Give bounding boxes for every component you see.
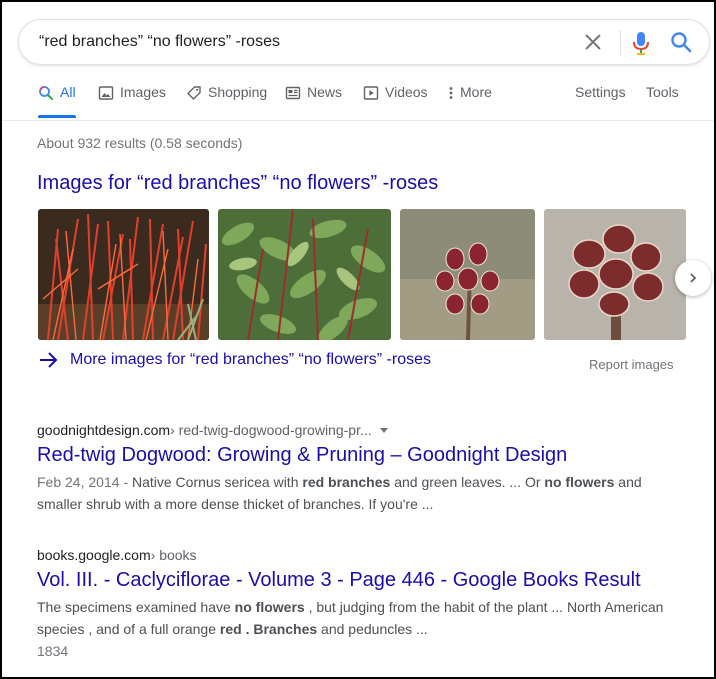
browser-frame: “red branches” “no flowers” -roses All I… [0,0,716,679]
vertical-dots-icon [449,87,453,99]
image-thumbnail[interactable] [218,209,391,340]
snippet-text: and green leaves. ... Or [390,474,545,490]
snippet-bold: no flowers [234,599,305,615]
search-box[interactable]: “red branches” “no flowers” -roses [18,19,710,65]
tools-link[interactable]: Tools [646,84,679,118]
snippet-text: and peduncles ... [317,621,428,637]
tab-label: Videos [385,84,428,100]
result-url: goodnightdesign.com › red-twig-dogwood-g… [37,422,677,438]
snippet-bold: red . Branches [219,621,318,637]
result-title-link[interactable]: Vol. III. - Caclyciflorae - Volume 3 - P… [37,569,677,592]
result-url: books.google.com › books [37,547,677,563]
tab-more[interactable]: More [446,84,492,118]
settings-label: Settings [575,84,626,100]
result-date: Feb 24, 2014 [37,474,120,490]
search-result: goodnightdesign.com › red-twig-dogwood-g… [37,422,677,515]
tab-label: All [60,84,76,100]
tab-label: Shopping [208,84,268,100]
tools-label: Tools [646,84,679,100]
microphone-icon[interactable] [629,30,653,56]
tab-videos[interactable]: Videos [363,84,428,118]
report-images-link[interactable]: Report images [589,357,674,372]
result-stats: About 932 results (0.58 seconds) [37,135,243,151]
result-title-link[interactable]: Red-twig Dogwood: Growing & Pruning – Go… [37,444,677,467]
image-thumbnail[interactable] [544,209,686,340]
image-thumbnail[interactable] [38,209,209,340]
caret-down-icon[interactable] [379,427,388,433]
search-tabs: All Images Shopping News Videos More Set… [2,84,714,118]
snippet-separator: - [119,474,132,490]
arrow-right-icon [40,352,58,368]
tab-shopping[interactable]: Shopping [186,84,267,118]
settings-link[interactable]: Settings [575,84,626,118]
tab-news[interactable]: News [285,84,342,118]
search-result: books.google.com › books Vol. III. - Cac… [37,547,677,662]
clear-icon[interactable] [582,31,604,53]
tab-label: Images [120,84,166,100]
divider [620,30,621,56]
result-snippet: Feb 24, 2014 - Native Cornus sericea wit… [37,471,677,515]
play-icon [363,86,379,100]
tab-all[interactable]: All [38,84,76,118]
result-path: › red-twig-dogwood-growing-pr... [170,422,372,438]
more-images-label: More images for “red branches” “no flowe… [70,351,432,368]
newspaper-icon [285,86,301,100]
search-icon [39,86,53,100]
result-extra: 1834 [37,643,69,659]
search-input[interactable]: “red branches” “no flowers” -roses [39,33,280,51]
tab-label: News [307,84,343,100]
image-icon [98,86,114,100]
result-path: › books [150,547,197,563]
snippet-bold: no flowers [544,474,615,490]
snippet-text: Native Cornus sericea with [131,474,303,490]
images-heading-link[interactable]: Images for “red branches” “no flowers” -… [37,172,438,195]
result-site: goodnightdesign.com [37,422,171,438]
result-snippet: The specimens examined have no flowers ,… [37,596,677,640]
search-icon[interactable] [669,30,693,54]
tag-icon [187,86,201,100]
image-thumbnail[interactable] [400,209,535,340]
next-images-button[interactable] [675,260,711,296]
tab-images[interactable]: Images [98,84,166,118]
snippet-text: The specimens examined have [37,599,235,615]
more-images-link[interactable]: More images for “red branches” “no flowe… [39,351,431,369]
result-site: books.google.com [37,547,151,563]
chevron-right-icon [690,273,697,283]
tab-label: More [460,84,492,100]
tabs-divider [2,120,714,121]
snippet-bold: red branches [302,474,391,490]
